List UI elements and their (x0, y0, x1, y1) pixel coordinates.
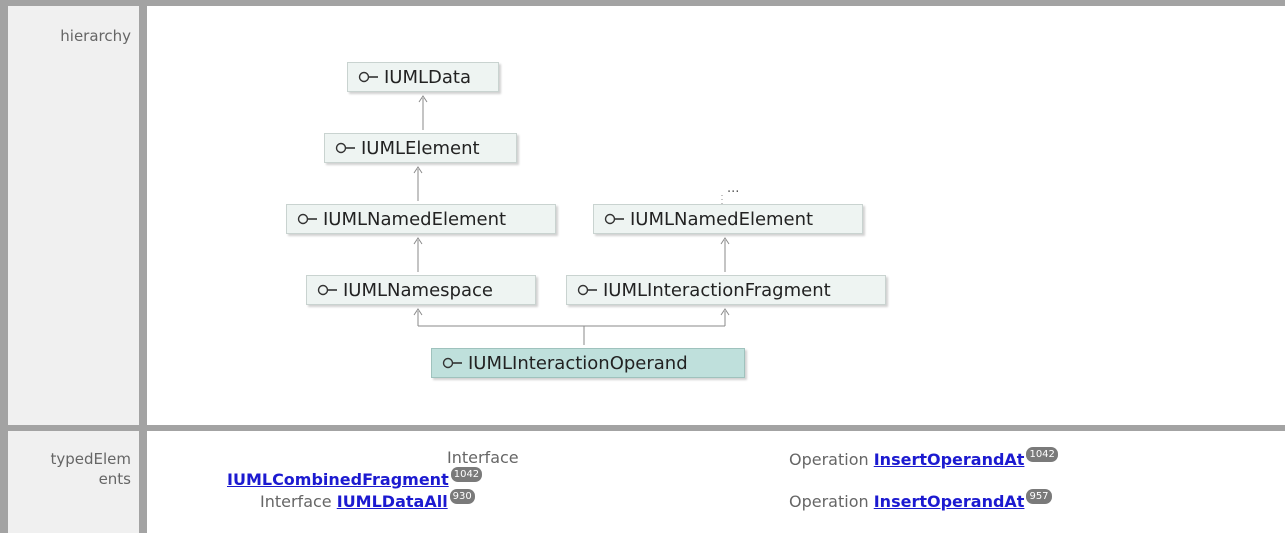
typed-kind: Interface (447, 448, 519, 467)
node-label: IUMLElement (361, 138, 480, 159)
interface-icon (604, 205, 626, 235)
count-badge: 957 (1026, 489, 1052, 504)
node-label: IUMLInteractionFragment (603, 280, 831, 301)
node-iumlinteractionfragment[interactable]: IUMLInteractionFragment (566, 275, 886, 305)
node-label: IUMLInteractionOperand (468, 353, 688, 374)
typed-link[interactable]: IUMLDataAll (337, 492, 448, 511)
interface-icon (335, 134, 357, 164)
details-frame: hierarchy ... IUMLData IUMLElement IUMLN… (0, 0, 1285, 533)
typed-op-row: Operation InsertOperandAt 957 (789, 489, 1052, 513)
node-iumlnamespace[interactable]: IUMLNamespace (306, 275, 536, 305)
typed-elements-label: typedElem ents (50, 450, 131, 488)
node-iumlelement[interactable]: IUMLElement (324, 133, 517, 163)
count-badge: 1042 (450, 467, 483, 482)
row-divider (0, 425, 1285, 431)
border-left (0, 0, 8, 533)
node-iumldata[interactable]: IUMLData (347, 62, 499, 92)
typed-link-row: Interface IUMLDataAll 930 (260, 489, 475, 513)
border-top (0, 0, 1285, 6)
count-badge: 1042 (1026, 447, 1058, 462)
node-iumlnamedelement-right[interactable]: IUMLNamedElement (593, 204, 863, 234)
typed-link[interactable]: InsertOperandAt (874, 492, 1025, 511)
typed-kind: Operation (789, 492, 869, 511)
typed-elements-label-cell: typedElem ents (8, 431, 139, 533)
ellipsis-marker: ... (727, 181, 739, 196)
interface-icon (358, 63, 380, 93)
interface-icon (297, 205, 319, 235)
typed-link-row: IUMLCombinedFragment 1042 (227, 467, 483, 491)
node-label: IUMLNamespace (343, 280, 493, 301)
typed-op-row: Operation InsertOperandAt 1042 (789, 447, 1058, 471)
typed-kind: Operation (789, 450, 869, 469)
node-iumlinteractionoperand[interactable]: IUMLInteractionOperand (431, 348, 745, 378)
typed-kind: Interface (260, 492, 332, 511)
hierarchy-diagram: ... IUMLData IUMLElement IUMLNamedElemen… (147, 6, 1285, 425)
interface-icon (577, 276, 599, 306)
column-divider (139, 0, 147, 533)
interface-icon (317, 276, 339, 306)
typed-elements-row: typedElem ents Interface IUMLCombinedFra… (0, 425, 1285, 533)
typed-link[interactable]: InsertOperandAt (874, 450, 1025, 469)
hierarchy-label: hierarchy (60, 27, 131, 45)
node-label: IUMLData (384, 67, 472, 88)
hierarchy-label-cell: hierarchy (8, 6, 139, 425)
typed-elements-table: Interface IUMLCombinedFragment 1042 Opera… (147, 431, 1285, 533)
interface-icon (442, 349, 464, 379)
count-badge: 930 (449, 489, 475, 504)
node-label: IUMLNamedElement (323, 209, 507, 230)
typed-link[interactable]: IUMLCombinedFragment (227, 470, 449, 489)
node-label: IUMLNamedElement (630, 209, 814, 230)
node-iumlnamedelement-left[interactable]: IUMLNamedElement (286, 204, 556, 234)
hierarchy-row: hierarchy ... IUMLData IUMLElement IUMLN… (0, 0, 1285, 425)
